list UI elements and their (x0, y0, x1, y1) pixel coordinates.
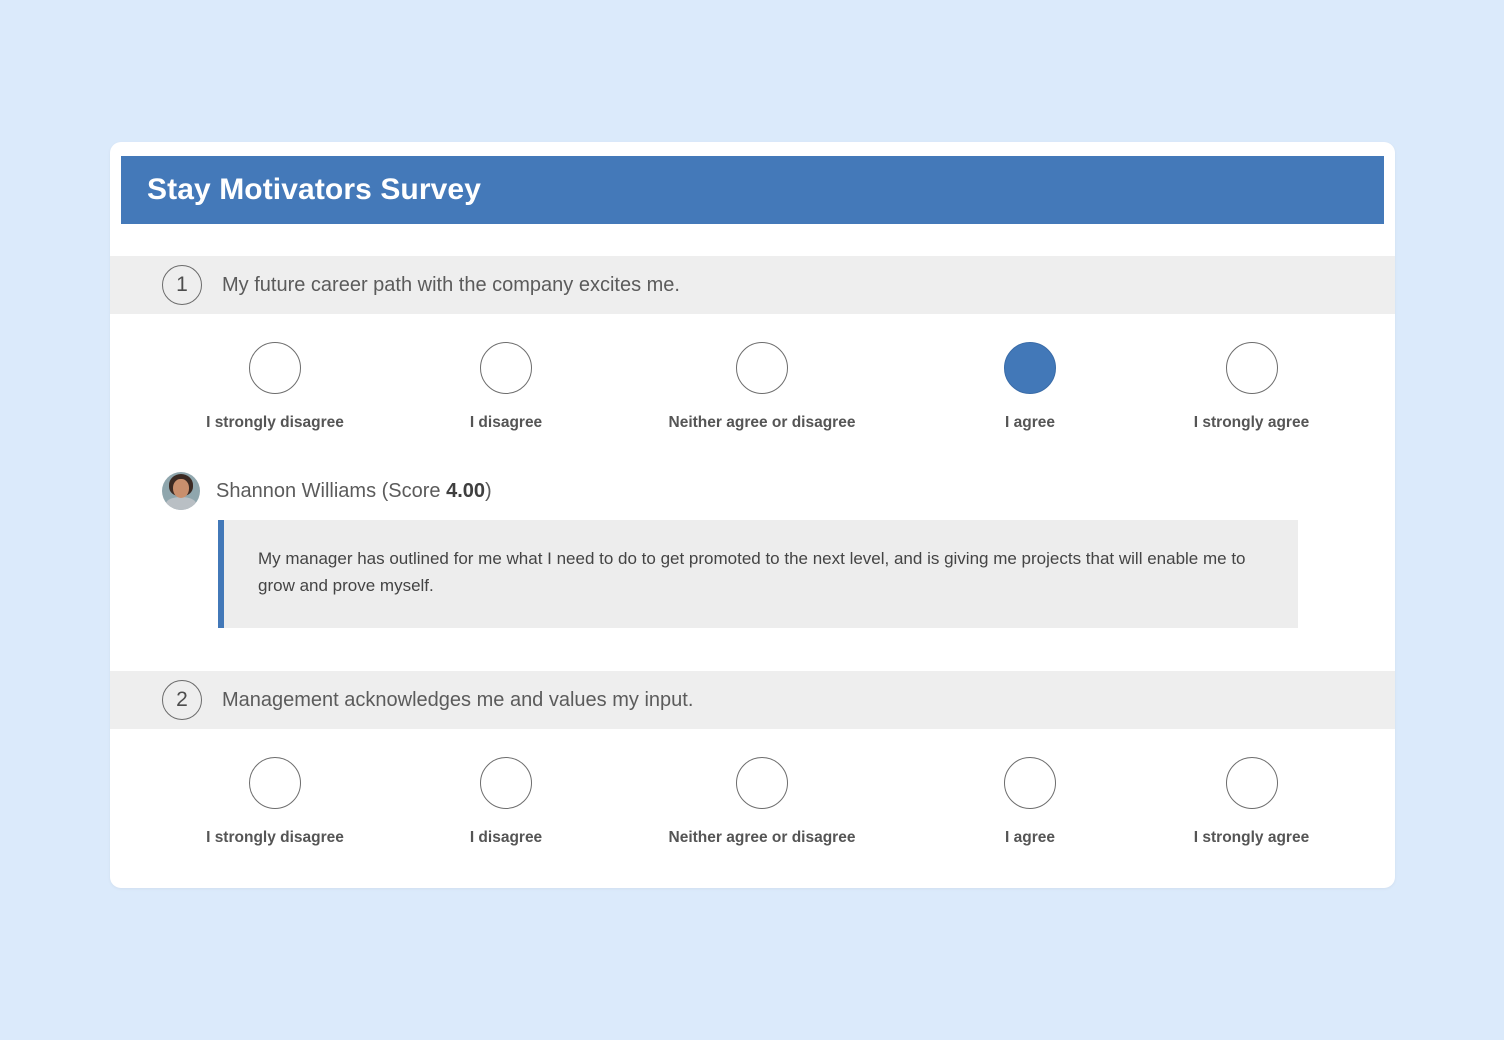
comment-box: My manager has outlined for me what I ne… (218, 520, 1298, 628)
comment-score: 4.00 (446, 479, 486, 502)
question-bar-1: 1 My future career path with the company… (110, 256, 1395, 314)
scale-label-1-neither: Neither agree or disagree (668, 414, 856, 431)
scale-label-2-strongly-disagree: I strongly disagree (206, 829, 344, 846)
radio-1-disagree[interactable] (480, 342, 532, 394)
question-block-2: 2 Management acknowledges me and values … (110, 671, 1395, 847)
radio-2-disagree[interactable] (480, 757, 532, 809)
radio-1-agree[interactable] (1004, 342, 1056, 394)
avatar-body-shape (166, 497, 196, 510)
scale-label-2-disagree: I disagree (469, 829, 543, 846)
comment-author-suffix: ) (485, 479, 492, 502)
question-number-1: 1 (162, 265, 202, 305)
radio-1-strongly-agree[interactable] (1225, 342, 1278, 394)
question-bar-2: 2 Management acknowledges me and values … (110, 671, 1395, 729)
scale-option-2-agree[interactable]: I agree (900, 757, 1160, 847)
radio-2-neither[interactable] (736, 757, 788, 809)
scale-option-2-neither[interactable]: Neither agree or disagree (624, 757, 900, 847)
comment-header-1: Shannon Williams (Score 4.00) (162, 472, 1395, 510)
scale-option-2-strongly-agree[interactable]: I strongly agree (1160, 757, 1343, 847)
question-text-2: Management acknowledges me and values my… (222, 688, 694, 711)
scale-option-2-strongly-disagree[interactable]: I strongly disagree (162, 757, 388, 847)
scale-label-1-strongly-disagree: I strongly disagree (206, 414, 344, 431)
avatar-face-shape (173, 479, 189, 498)
comment-author: Shannon Williams (Score 4.00) (216, 480, 492, 503)
scale-label-1-disagree: I disagree (469, 414, 543, 431)
scale-label-1-agree: I agree (1005, 414, 1055, 431)
scale-option-1-strongly-agree[interactable]: I strongly agree (1160, 342, 1343, 432)
question-number-2: 2 (162, 680, 202, 720)
question-text-1: My future career path with the company e… (222, 273, 680, 296)
survey-card: Stay Motivators Survey 1 My future caree… (110, 142, 1395, 888)
question-block-1: 1 My future career path with the company… (110, 256, 1395, 628)
scale-option-1-neither[interactable]: Neither agree or disagree (624, 342, 900, 432)
scale-row-1: I strongly disagree I disagree Neither a… (110, 342, 1395, 432)
radio-1-neither[interactable] (736, 342, 788, 394)
radio-2-agree[interactable] (1004, 757, 1056, 809)
scale-option-1-strongly-disagree[interactable]: I strongly disagree (162, 342, 388, 432)
radio-2-strongly-disagree[interactable] (249, 757, 301, 809)
page-title: Stay Motivators Survey (147, 173, 481, 206)
avatar (162, 472, 200, 510)
comment-author-prefix: Shannon Williams (Score (216, 479, 447, 502)
survey-page: Stay Motivators Survey 1 My future caree… (0, 0, 1504, 1040)
scale-option-2-disagree[interactable]: I disagree (388, 757, 624, 847)
radio-1-strongly-disagree[interactable] (249, 342, 301, 394)
scale-row-2: I strongly disagree I disagree Neither a… (110, 757, 1395, 847)
radio-2-strongly-agree[interactable] (1225, 757, 1278, 809)
survey-header: Stay Motivators Survey (121, 156, 1384, 224)
scale-label-2-neither: Neither agree or disagree (668, 829, 856, 846)
scale-label-1-strongly-agree: I strongly agree (1193, 414, 1310, 431)
comment-section-1: Shannon Williams (Score 4.00) My manager… (110, 472, 1395, 628)
scale-label-2-agree: I agree (1005, 829, 1055, 846)
scale-label-2-strongly-agree: I strongly agree (1193, 829, 1310, 846)
scale-option-1-disagree[interactable]: I disagree (388, 342, 624, 432)
scale-option-1-agree[interactable]: I agree (900, 342, 1160, 432)
comment-text: My manager has outlined for me what I ne… (258, 549, 1246, 595)
